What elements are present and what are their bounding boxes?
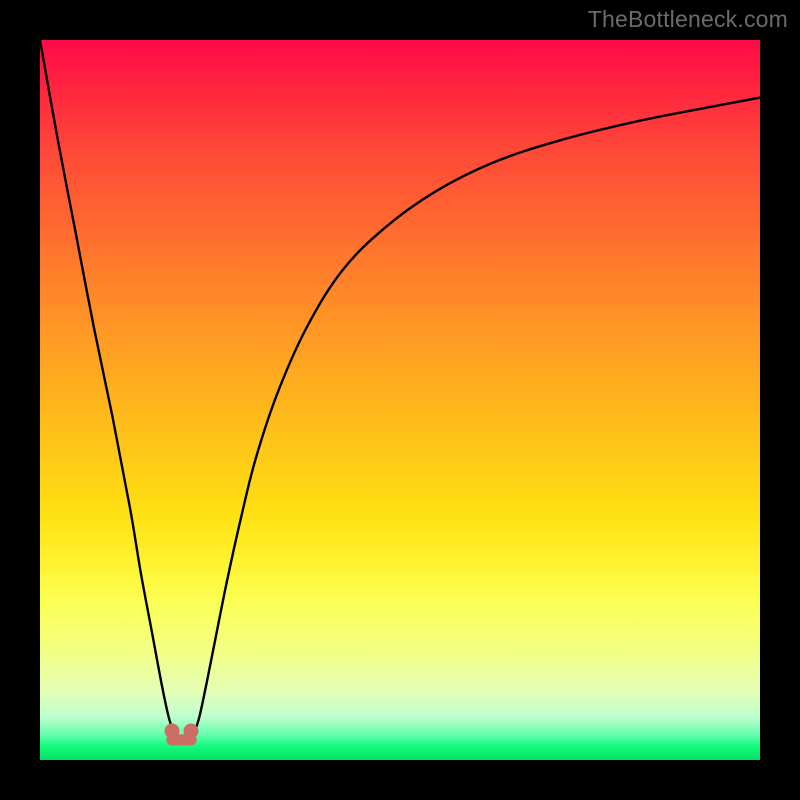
chart-frame: TheBottleneck.com bbox=[0, 0, 800, 800]
plot-area bbox=[40, 40, 760, 760]
curve-marker-right bbox=[184, 724, 199, 739]
curve-marker-left bbox=[164, 724, 179, 739]
bottleneck-curve bbox=[40, 40, 760, 760]
watermark-text: TheBottleneck.com bbox=[588, 6, 788, 33]
